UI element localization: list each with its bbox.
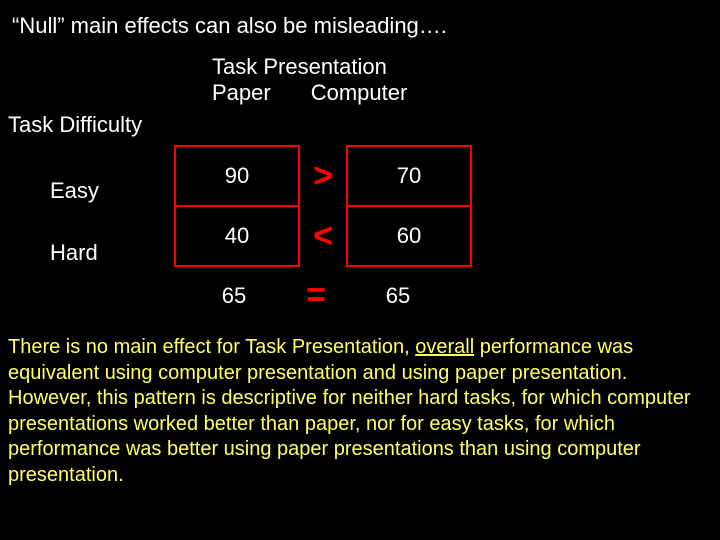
cell-hard-computer: 60: [347, 206, 471, 266]
table-row: 40 < 60: [175, 206, 471, 266]
col-header-computer: Computer: [311, 80, 408, 106]
row-header-block: Task Difficulty: [8, 112, 142, 138]
data-table: 90 > 70 40 < 60: [174, 145, 472, 267]
slide: “Null” main effects can also be misleadi…: [0, 0, 720, 540]
marginal-paper: 65: [174, 283, 294, 309]
presentation-label: Task Presentation: [212, 54, 407, 80]
body-text-underline: overall: [415, 336, 474, 358]
cell-easy-computer: 70: [347, 146, 471, 206]
comparator-hard: <: [299, 206, 347, 266]
comparator-easy: >: [299, 146, 347, 206]
row-label-easy: Easy: [50, 160, 99, 222]
body-text-a: There is no main effect for Task Present…: [8, 336, 415, 358]
slide-title: “Null” main effects can also be misleadi…: [12, 12, 708, 40]
table-row: 90 > 70: [175, 146, 471, 206]
cell-hard-paper: 40: [175, 206, 299, 266]
row-labels: Easy Hard: [50, 160, 99, 284]
marginal-computer: 65: [338, 283, 458, 309]
column-marginals: 65 = 65: [174, 276, 458, 315]
body-text-b: performance was equivalent using compute…: [8, 336, 691, 486]
cell-easy-paper: 90: [175, 146, 299, 206]
row-label-hard: Hard: [50, 222, 99, 284]
marginal-comparator: =: [294, 276, 338, 315]
column-header-block: Task Presentation Paper Computer: [212, 54, 407, 107]
body-paragraph: There is no main effect for Task Present…: [8, 335, 708, 489]
col-header-paper: Paper: [212, 80, 271, 106]
